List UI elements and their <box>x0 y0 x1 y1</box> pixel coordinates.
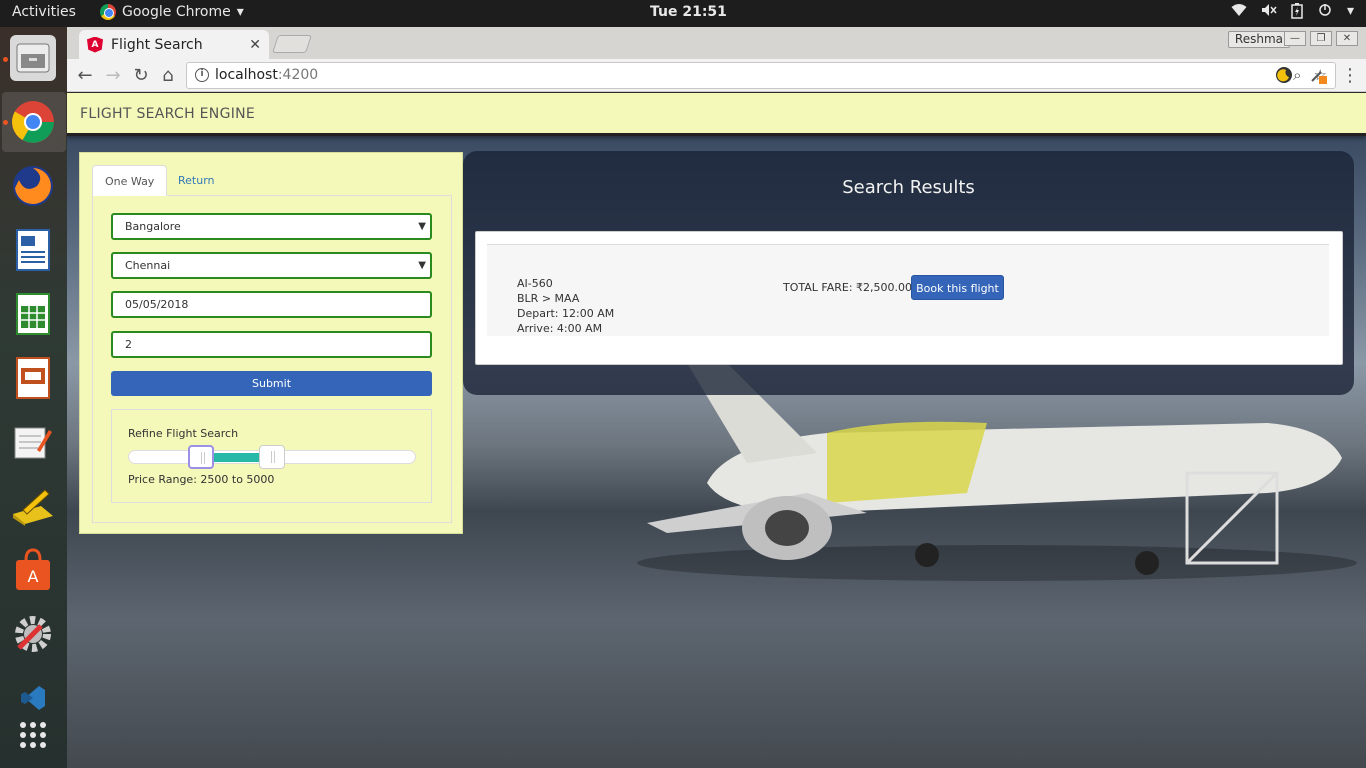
trip-type-tabs: One Way Return <box>92 165 452 196</box>
price-range-slider[interactable] <box>128 445 416 469</box>
new-tab-button[interactable] <box>272 35 312 53</box>
firefox-icon[interactable] <box>10 163 56 209</box>
browser-toolbar: ← → ↻ ⌂ i localhost:4200 ⌕ ☆ ⋮ <box>67 59 1366 92</box>
wifi-icon <box>1231 3 1247 23</box>
chevron-down-icon: ▾ <box>1346 3 1354 19</box>
refine-search-box: Refine Flight Search Price Range: 2500 t… <box>111 409 432 503</box>
impress-icon[interactable] <box>10 355 56 401</box>
extension-picker-icon[interactable] <box>1309 66 1327 84</box>
flight-code: AI-560 <box>517 277 553 290</box>
browser-tab[interactable]: A Flight Search ✕ <box>79 30 269 59</box>
system-tray[interactable]: ▾ <box>1231 3 1354 23</box>
files-icon[interactable] <box>10 35 56 81</box>
browser-window: A Flight Search ✕ Reshma — ❐ ✕ ← → ↻ ⌂ i… <box>67 27 1366 768</box>
running-indicator <box>3 57 8 62</box>
volume-muted-icon <box>1261 3 1277 23</box>
slider-max-handle[interactable] <box>259 445 285 469</box>
passengers-input[interactable]: 2 <box>111 331 432 358</box>
refine-title: Refine Flight Search <box>128 427 239 440</box>
system-top-bar: Activities Google Chrome ▾ Tue 21:51 ▾ <box>0 0 1366 27</box>
svg-text:A: A <box>28 567 39 586</box>
chrome-icon[interactable] <box>10 99 56 145</box>
tab-strip: A Flight Search ✕ Reshma — ❐ ✕ <box>67 27 1366 59</box>
settings-icon[interactable] <box>10 611 56 657</box>
flight-arrive: Arrive: 4:00 AM <box>517 322 603 335</box>
writer-icon[interactable] <box>10 227 56 273</box>
destination-value: Chennai <box>125 259 171 272</box>
notes-icon[interactable] <box>10 483 56 529</box>
app-navbar: FLIGHT SEARCH ENGINE <box>67 93 1366 136</box>
close-window-icon[interactable]: ✕ <box>1336 31 1358 46</box>
running-indicator <box>3 120 8 125</box>
site-info-icon[interactable]: i <box>195 68 209 82</box>
minimize-icon[interactable]: — <box>1284 31 1306 46</box>
origin-value: Bangalore <box>125 220 181 233</box>
passengers-value: 2 <box>125 338 132 351</box>
flight-route: BLR > MAA <box>517 292 580 305</box>
tab-title: Flight Search <box>111 36 203 53</box>
url-text: localhost:4200 <box>215 67 319 83</box>
date-input[interactable]: 05/05/2018 <box>111 291 432 318</box>
close-icon[interactable]: ✕ <box>249 37 261 53</box>
address-bar[interactable]: i localhost:4200 ⌕ ☆ <box>186 62 1336 89</box>
flight-depart: Depart: 12:00 AM <box>517 307 615 320</box>
app-menu[interactable]: Google Chrome ▾ <box>100 4 244 20</box>
dock: A <box>0 27 67 768</box>
search-panel: One Way Return Bangalore ▼ Chennai ▼ 05/… <box>79 152 463 534</box>
battery-icon <box>1291 3 1303 23</box>
book-flight-button[interactable]: Book this flight <box>911 275 1004 300</box>
total-fare: TOTAL FARE: ₹2,500.00 <box>783 281 913 294</box>
results-title: Search Results <box>842 177 975 198</box>
tab-return[interactable]: Return <box>166 165 227 196</box>
reload-icon[interactable]: ↻ <box>130 65 152 87</box>
chevron-down-icon: ▾ <box>236 4 244 20</box>
origin-select[interactable]: Bangalore ▼ <box>111 213 432 240</box>
date-value: 05/05/2018 <box>125 298 189 311</box>
restore-icon[interactable]: ❐ <box>1310 31 1332 46</box>
software-center-icon[interactable]: A <box>10 547 56 593</box>
chrome-icon <box>100 4 116 20</box>
submit-button[interactable]: Submit <box>111 371 432 396</box>
tab-one-way[interactable]: One Way <box>92 165 168 196</box>
power-menu-icon <box>1317 3 1333 23</box>
brand-title[interactable]: FLIGHT SEARCH ENGINE <box>80 106 255 122</box>
clock[interactable]: Tue 21:51 <box>650 4 727 20</box>
app-menu-label: Google Chrome <box>122 4 231 20</box>
caret-down-icon: ▼ <box>418 260 426 271</box>
extension-moon-icon[interactable] <box>1275 66 1293 84</box>
page-viewport: FLIGHT SEARCH ENGINE One Way Return Bang… <box>67 93 1366 768</box>
back-icon[interactable]: ← <box>74 65 96 87</box>
show-applications-icon[interactable] <box>10 712 56 758</box>
forward-icon[interactable]: → <box>102 65 124 87</box>
activities-button[interactable]: Activities <box>12 4 76 20</box>
destination-select[interactable]: Chennai ▼ <box>111 252 432 279</box>
menu-kebab-icon[interactable]: ⋮ <box>1339 65 1361 87</box>
window-controls: — ❐ ✕ <box>1284 31 1358 46</box>
flight-info: AI-560 BLR > MAA Depart: 12:00 AM Arrive… <box>517 276 614 336</box>
search-form: Bangalore ▼ Chennai ▼ 05/05/2018 2 Submi… <box>92 195 452 523</box>
flight-result-row: AI-560 BLR > MAA Depart: 12:00 AM Arrive… <box>487 245 1329 336</box>
home-icon[interactable]: ⌂ <box>157 65 179 87</box>
profile-button[interactable]: Reshma <box>1227 31 1290 48</box>
slider-min-handle[interactable] <box>187 445 214 469</box>
text-editor-icon[interactable] <box>10 419 56 465</box>
calc-icon[interactable] <box>10 291 56 337</box>
caret-down-icon: ▼ <box>418 221 426 232</box>
airplane-background-image <box>637 363 1357 581</box>
price-range-label: Price Range: 2500 to 5000 <box>128 473 275 486</box>
results-card: AI-560 BLR > MAA Depart: 12:00 AM Arrive… <box>475 231 1343 365</box>
results-panel: Search Results AI-560 BLR > MAA Depart: … <box>463 151 1354 395</box>
angular-favicon-icon: A <box>87 36 103 53</box>
zoom-icon[interactable]: ⌕ <box>1293 66 1301 84</box>
